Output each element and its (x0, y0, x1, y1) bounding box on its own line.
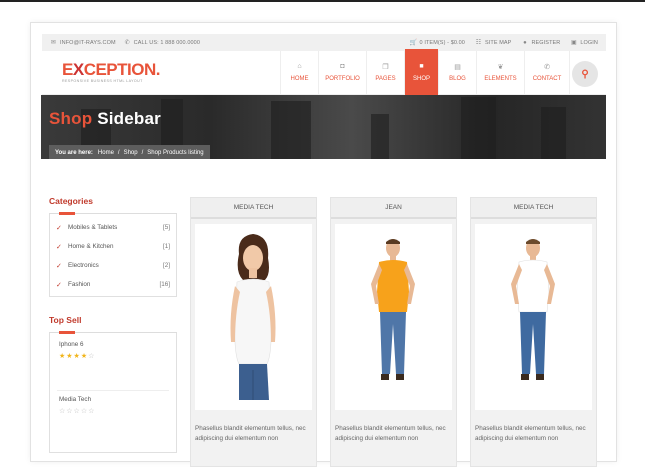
nav-pages[interactable]: ❐ PAGES (366, 51, 404, 95)
home-icon: ⌂ (297, 63, 302, 70)
breadcrumb-current: Shop Products listing (147, 149, 204, 156)
sitemap-icon: ☷ (475, 40, 482, 46)
header: EXCEPTION. RESPONSIVE BUSINESS HTML LAYO… (42, 49, 606, 96)
cart-icon: 🛒 (409, 40, 418, 46)
top-bar: ✉ INFO@IT-RAYS.COM ✆ CALL US: 1 888 000.00… (42, 34, 606, 51)
nav-shop[interactable]: ■ SHOP (404, 49, 438, 96)
breadcrumb-home[interactable]: Home (98, 150, 114, 156)
product-description: Phasellus blandit elementum tellus, nec … (475, 425, 586, 442)
nav-contact[interactable]: ✆ CONTACT (524, 51, 570, 95)
logo-tagline: RESPONSIVE BUSINESS HTML LAYOUT (62, 79, 143, 83)
category-item[interactable]: ✓ Home & Kitchen [1] (56, 237, 170, 256)
category-item[interactable]: ✓ Mobiles & Tablets [5] (56, 218, 170, 237)
product-category: MEDIA TECH (471, 198, 596, 219)
nav-elements[interactable]: ❦ ELEMENTS (476, 51, 524, 95)
rating-stars: ★★★★☆ (59, 353, 96, 360)
search-icon: ⚲ (581, 68, 589, 80)
check-icon: ✓ (56, 262, 62, 270)
product-image[interactable] (475, 224, 592, 410)
nav-blog[interactable]: ▤ BLOG (438, 51, 476, 95)
check-icon: ✓ (56, 281, 62, 289)
woman-model-image (230, 234, 276, 400)
top-border (0, 0, 645, 2)
product-card[interactable]: MEDIA TECH Phasellus blandit elementum t… (470, 197, 597, 467)
phone-icon: ✆ (544, 64, 550, 71)
copy-icon: ❐ (382, 64, 389, 71)
product-card[interactable]: JEAN Phasellus blandit elementum tellus,… (330, 197, 457, 467)
phone-info: ✆ CALL US: 1 888 000.0000 (124, 39, 200, 47)
categories-list: ✓ Mobiles & Tablets [5] ✓ Home & Kitchen [1]… (49, 214, 177, 297)
product-grid: MEDIA TECH Phasellus blandit elementum t… (190, 197, 610, 467)
nav-portfolio[interactable]: ◘ PORTFOLIO (318, 51, 366, 95)
briefcase-icon: ■ (419, 63, 424, 70)
sitemap-link[interactable]: ☷ SITE MAP (475, 39, 512, 47)
product-category: JEAN (331, 198, 456, 219)
categories-heading: Categories (49, 196, 93, 206)
logo-text: EXCEPTION. (62, 60, 160, 79)
envelope-icon: ✉ (50, 40, 57, 46)
page-frame: ✉ INFO@IT-RAYS.COM ✆ CALL US: 1 888 000.00… (30, 22, 617, 467)
logo[interactable]: EXCEPTION. RESPONSIVE BUSINESS HTML LAYO… (62, 61, 160, 83)
top-sell-item[interactable]: Media Tech ☆☆☆☆☆ (59, 396, 167, 415)
product-image[interactable] (335, 224, 452, 410)
search-button[interactable]: ⚲ (572, 61, 598, 87)
check-icon: ✓ (56, 243, 62, 251)
product-card[interactable]: MEDIA TECH Phasellus blandit elementum t… (190, 197, 317, 467)
email-link[interactable]: ✉ INFO@IT-RAYS.COM (50, 39, 116, 47)
main-nav: ⌂ HOME ◘ PORTFOLIO ❐ PAGES ■ SHOP ▤ BLOG ❦ ELE… (280, 49, 570, 96)
user-icon: ● (523, 39, 527, 46)
check-icon: ✓ (56, 224, 62, 232)
breadcrumb: You are here: Home / Shop / Shop Product… (49, 145, 210, 159)
book-icon: ▤ (454, 64, 461, 71)
product-category: MEDIA TECH (191, 198, 316, 219)
page-banner: Shop Sidebar You are here: Home / Shop /… (41, 95, 606, 159)
product-description: Phasellus blandit elementum tellus, nec … (335, 425, 446, 442)
category-item[interactable]: ✓ Electronics [2] (56, 256, 170, 275)
phone-icon: ✆ (124, 40, 130, 46)
product-description: Phasellus blandit elementum tellus, nec … (195, 425, 306, 442)
leaf-icon: ❦ (497, 64, 504, 71)
camera-icon: ◘ (340, 63, 345, 70)
product-image[interactable] (195, 224, 312, 410)
breadcrumb-shop[interactable]: Shop (124, 150, 138, 156)
register-link[interactable]: ● REGISTER (521, 39, 560, 46)
category-item[interactable]: ✓ Fashion [16] (56, 275, 170, 294)
sidebar: Categories ✓ Mobiles & Tablets [5] ✓ Home &… (49, 196, 177, 453)
rating-stars: ☆☆☆☆☆ (59, 408, 96, 415)
lock-icon: ▣ (570, 40, 577, 46)
cart-link[interactable]: 🛒 0 ITEM(S) - $0.00 (409, 39, 465, 47)
man-model-image (371, 239, 415, 380)
top-sell-heading: Top Sell (49, 315, 82, 325)
page-title: Shop Sidebar (49, 109, 161, 128)
nav-home[interactable]: ⌂ HOME (280, 51, 318, 95)
top-sell-item[interactable]: Iphone 6 ★★★★☆ (59, 341, 167, 360)
top-sell-list: Iphone 6 ★★★★☆ Media Tech ☆☆☆☆☆ (49, 333, 177, 453)
man-model-image (511, 239, 555, 380)
login-link[interactable]: ▣ LOGIN (570, 39, 598, 47)
